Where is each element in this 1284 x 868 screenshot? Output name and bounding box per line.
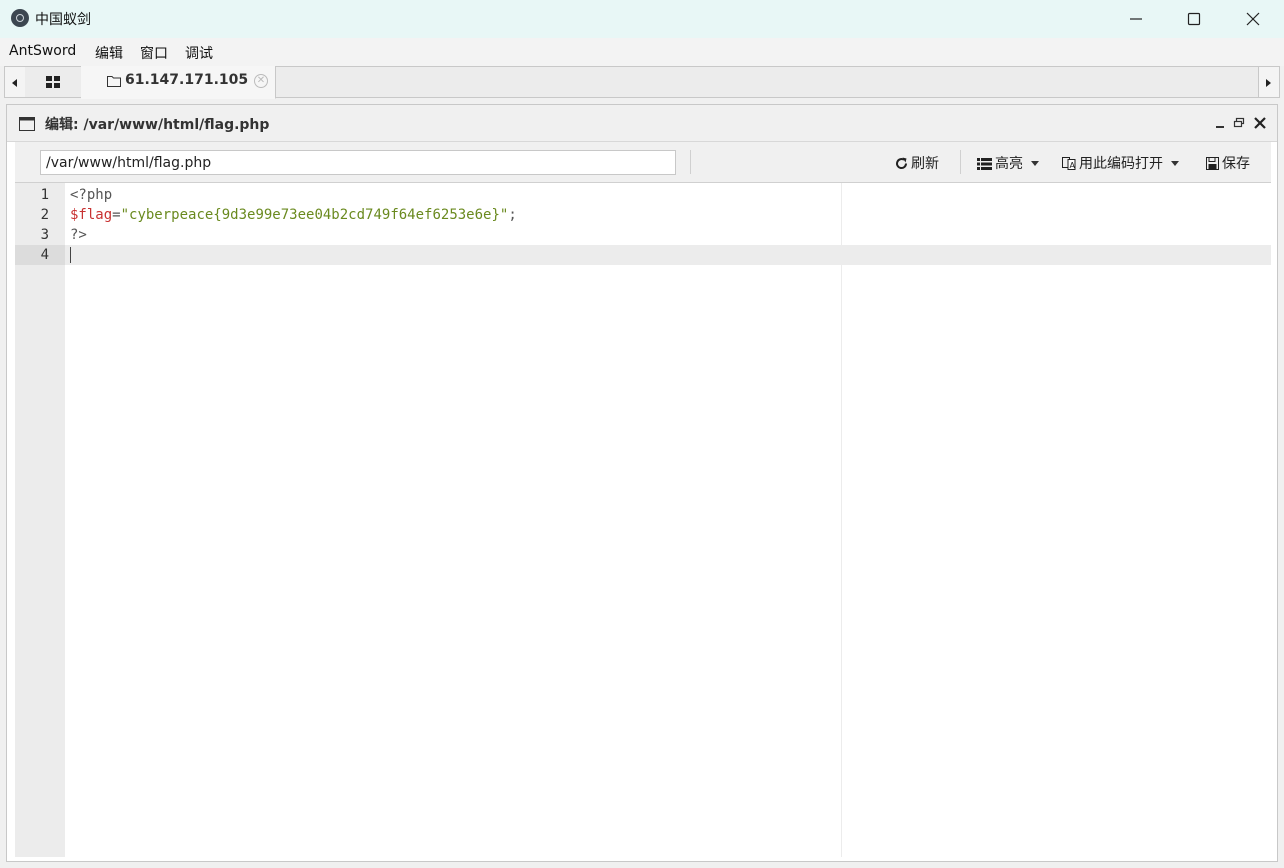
antsword-logo-icon [11,9,29,27]
maximize-button[interactable] [1165,0,1223,38]
tab-scroll-right-button[interactable] [1258,67,1279,97]
tab-host[interactable]: 61.147.171.105 ✕ [81,66,276,99]
code-line[interactable]: 4 [15,245,1271,265]
highlight-dropdown[interactable]: 高亮 [977,153,1039,173]
save-button[interactable]: 保存 [1206,153,1250,173]
minimize-icon [1130,18,1142,20]
close-icon [1246,12,1260,26]
refresh-label: 刷新 [911,156,939,172]
title-bar: 中国蚁剑 [0,0,1284,38]
minimize-button[interactable] [1107,0,1165,38]
maximize-icon [1187,12,1201,26]
refresh-icon [896,157,908,170]
refresh-button[interactable]: 刷新 [895,153,939,173]
window-title: 中国蚁剑 [35,12,91,28]
menu-debug[interactable]: 调试 [185,43,213,63]
tab-scroll-left-button[interactable] [5,67,26,97]
code-token: $flag [70,207,113,223]
panel-restore-icon[interactable] [1233,117,1245,129]
open-with-encoding-dropdown[interactable]: A 用此编码打开 [1062,153,1179,173]
arrow-left-icon [12,79,17,87]
code-token: ; [508,207,517,223]
save-label: 保存 [1222,156,1250,172]
list-icon [977,158,992,170]
text-cursor [70,247,71,263]
code-line[interactable]: 1 <?php [15,185,1271,205]
encoding-icon: A [1062,157,1076,170]
save-icon [1206,157,1219,170]
code-text: ?> [70,225,87,245]
line-number: 4 [15,245,65,265]
tab-bar: 61.147.171.105 ✕ [4,66,1280,99]
line-number: 1 [40,187,49,203]
print-margin [841,183,842,857]
chevron-down-icon [1171,161,1179,166]
code-editor[interactable]: 1 <?php 2 $flag="cyberpeace{9d3e99e73ee04b2… [15,183,1271,857]
code-line[interactable]: 3 ?> [15,225,1271,245]
tab-host-label: 61.147.171.105 [125,72,249,88]
panel-header: 编辑: /var/www/html/flag.php [7,105,1277,142]
editor-panel: 编辑: /var/www/html/flag.php 刷新 [6,104,1278,862]
window-icon [19,117,35,131]
code-line[interactable]: 2 $flag="cyberpeace{9d3e99e73ee04b2cd749f… [15,205,1271,225]
panel-minimize-icon[interactable] [1215,117,1227,129]
chevron-down-icon [1031,161,1039,166]
panel-close-icon[interactable] [1254,117,1266,129]
code-token: = [112,207,121,223]
toolbar-divider [960,150,961,174]
code-text: $flag="cyberpeace{9d3e99e73ee04b2cd749f6… [70,205,517,225]
code-token: <?php [70,187,113,203]
encoding-label: 用此编码打开 [1079,156,1163,172]
folder-icon [107,76,121,87]
toolbar-divider [690,150,691,174]
panel-title: 编辑: /var/www/html/flag.php [45,117,270,133]
editor-toolbar: 刷新 高亮 A 用此编码打开 保存 [15,142,1271,183]
arrow-right-icon [1266,79,1271,87]
line-number-gutter [15,183,65,857]
close-window-button[interactable] [1224,0,1282,38]
tab-home[interactable] [25,67,82,97]
grid-icon [46,76,60,88]
line-number: 3 [40,227,49,243]
menu-window[interactable]: 窗口 [140,43,168,63]
code-text: <?php [70,185,112,205]
svg-text:A: A [1070,161,1076,170]
highlight-label: 高亮 [995,156,1023,172]
code-token: ?> [70,227,87,243]
menu-edit[interactable]: 编辑 [95,43,123,63]
menu-antsword[interactable]: AntSword [9,43,76,59]
path-input[interactable] [40,150,676,175]
menu-bar: AntSword 编辑 窗口 调试 [0,38,1284,66]
tab-close-icon[interactable]: ✕ [254,74,268,88]
code-token: "cyberpeace{9d3e99e73ee04b2cd749f64ef625… [120,207,509,223]
line-number: 2 [40,207,49,223]
